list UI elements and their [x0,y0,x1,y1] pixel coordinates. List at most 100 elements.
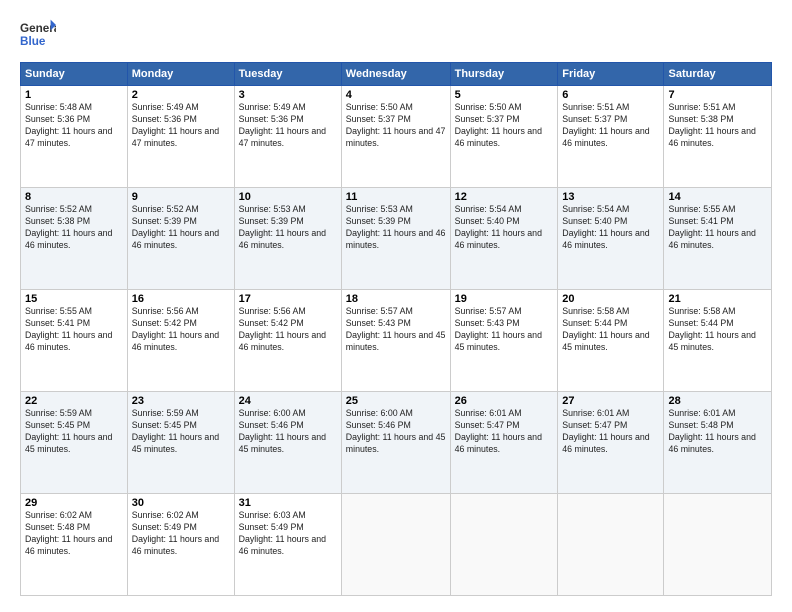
col-wednesday: Wednesday [341,63,450,86]
cell-sunset: Sunset: 5:39 PM [132,216,230,228]
cell-sunset: Sunset: 5:48 PM [25,522,123,534]
cell-sunset: Sunset: 5:39 PM [239,216,337,228]
cell-sunrise: Sunrise: 5:49 AM [239,102,337,114]
calendar-cell-24: 24Sunrise: 6:00 AMSunset: 5:46 PMDayligh… [234,392,341,494]
cell-sunset: Sunset: 5:38 PM [668,114,767,126]
cell-day-number: 11 [346,191,446,203]
cell-sunset: Sunset: 5:40 PM [562,216,659,228]
cell-sunrise: Sunrise: 5:51 AM [668,102,767,114]
cell-sunset: Sunset: 5:47 PM [562,420,659,432]
generalblue-logo-icon: General Blue [20,16,56,52]
cell-sunset: Sunset: 5:49 PM [132,522,230,534]
cell-daylight: Daylight: 11 hours and 46 minutes. [668,432,767,456]
cell-sunrise: Sunrise: 5:57 AM [346,306,446,318]
cell-day-number: 9 [132,191,230,203]
cell-sunrise: Sunrise: 5:54 AM [562,204,659,216]
calendar-cell-4: 4Sunrise: 5:50 AMSunset: 5:37 PMDaylight… [341,86,450,188]
cell-sunrise: Sunrise: 6:02 AM [25,510,123,522]
cell-sunrise: Sunrise: 5:58 AM [562,306,659,318]
cell-sunset: Sunset: 5:36 PM [132,114,230,126]
calendar-cell-empty-6 [664,494,772,596]
calendar-cell-16: 16Sunrise: 5:56 AMSunset: 5:42 PMDayligh… [127,290,234,392]
cell-sunset: Sunset: 5:37 PM [346,114,446,126]
col-friday: Friday [558,63,664,86]
calendar-cell-7: 7Sunrise: 5:51 AMSunset: 5:38 PMDaylight… [664,86,772,188]
col-tuesday: Tuesday [234,63,341,86]
cell-sunrise: Sunrise: 5:52 AM [132,204,230,216]
cell-daylight: Daylight: 11 hours and 47 minutes. [346,126,446,150]
calendar-cell-26: 26Sunrise: 6:01 AMSunset: 5:47 PMDayligh… [450,392,558,494]
cell-day-number: 12 [455,191,554,203]
cell-daylight: Daylight: 11 hours and 45 minutes. [25,432,123,456]
cell-day-number: 28 [668,395,767,407]
cell-sunset: Sunset: 5:37 PM [455,114,554,126]
calendar-cell-22: 22Sunrise: 5:59 AMSunset: 5:45 PMDayligh… [21,392,128,494]
cell-sunset: Sunset: 5:36 PM [25,114,123,126]
calendar-cell-29: 29Sunrise: 6:02 AMSunset: 5:48 PMDayligh… [21,494,128,596]
cell-sunrise: Sunrise: 6:01 AM [668,408,767,420]
cell-sunset: Sunset: 5:47 PM [455,420,554,432]
cell-daylight: Daylight: 11 hours and 46 minutes. [562,228,659,252]
cell-day-number: 25 [346,395,446,407]
cell-daylight: Daylight: 11 hours and 46 minutes. [455,228,554,252]
cell-day-number: 18 [346,293,446,305]
cell-sunrise: Sunrise: 5:55 AM [668,204,767,216]
cell-sunset: Sunset: 5:42 PM [132,318,230,330]
calendar-cell-empty-5 [558,494,664,596]
cell-day-number: 8 [25,191,123,203]
cell-daylight: Daylight: 11 hours and 46 minutes. [25,228,123,252]
cell-daylight: Daylight: 11 hours and 47 minutes. [25,126,123,150]
cell-sunrise: Sunrise: 5:58 AM [668,306,767,318]
calendar-cell-21: 21Sunrise: 5:58 AMSunset: 5:44 PMDayligh… [664,290,772,392]
calendar-table: Sunday Monday Tuesday Wednesday Thursday… [20,62,772,596]
cell-day-number: 31 [239,497,337,509]
cell-day-number: 6 [562,89,659,101]
cell-day-number: 30 [132,497,230,509]
cell-sunrise: Sunrise: 5:55 AM [25,306,123,318]
cell-sunset: Sunset: 5:41 PM [668,216,767,228]
cell-sunset: Sunset: 5:49 PM [239,522,337,534]
cell-day-number: 2 [132,89,230,101]
cell-sunset: Sunset: 5:39 PM [346,216,446,228]
calendar-cell-3: 3Sunrise: 5:49 AMSunset: 5:36 PMDaylight… [234,86,341,188]
cell-daylight: Daylight: 11 hours and 46 minutes. [25,330,123,354]
cell-daylight: Daylight: 11 hours and 46 minutes. [239,330,337,354]
cell-sunrise: Sunrise: 5:51 AM [562,102,659,114]
cell-sunrise: Sunrise: 5:56 AM [239,306,337,318]
cell-sunset: Sunset: 5:45 PM [132,420,230,432]
cell-sunset: Sunset: 5:43 PM [455,318,554,330]
calendar-cell-28: 28Sunrise: 6:01 AMSunset: 5:48 PMDayligh… [664,392,772,494]
calendar-cell-2: 2Sunrise: 5:49 AMSunset: 5:36 PMDaylight… [127,86,234,188]
cell-sunrise: Sunrise: 5:50 AM [455,102,554,114]
col-saturday: Saturday [664,63,772,86]
cell-daylight: Daylight: 11 hours and 46 minutes. [668,126,767,150]
cell-sunrise: Sunrise: 5:59 AM [132,408,230,420]
calendar-cell-12: 12Sunrise: 5:54 AMSunset: 5:40 PMDayligh… [450,188,558,290]
cell-sunrise: Sunrise: 6:03 AM [239,510,337,522]
calendar-cell-17: 17Sunrise: 5:56 AMSunset: 5:42 PMDayligh… [234,290,341,392]
cell-daylight: Daylight: 11 hours and 45 minutes. [562,330,659,354]
cell-sunset: Sunset: 5:37 PM [562,114,659,126]
cell-sunset: Sunset: 5:44 PM [562,318,659,330]
cell-day-number: 13 [562,191,659,203]
cell-sunset: Sunset: 5:48 PM [668,420,767,432]
cell-daylight: Daylight: 11 hours and 47 minutes. [239,126,337,150]
cell-sunset: Sunset: 5:46 PM [239,420,337,432]
logo: General Blue [20,16,56,52]
calendar-cell-23: 23Sunrise: 5:59 AMSunset: 5:45 PMDayligh… [127,392,234,494]
cell-sunrise: Sunrise: 5:53 AM [346,204,446,216]
cell-day-number: 26 [455,395,554,407]
calendar-row-2: 15Sunrise: 5:55 AMSunset: 5:41 PMDayligh… [21,290,772,392]
cell-daylight: Daylight: 11 hours and 45 minutes. [455,330,554,354]
cell-daylight: Daylight: 11 hours and 45 minutes. [346,432,446,456]
cell-sunrise: Sunrise: 6:00 AM [239,408,337,420]
col-sunday: Sunday [21,63,128,86]
cell-day-number: 10 [239,191,337,203]
cell-daylight: Daylight: 11 hours and 46 minutes. [239,228,337,252]
cell-sunset: Sunset: 5:42 PM [239,318,337,330]
cell-day-number: 15 [25,293,123,305]
calendar-cell-5: 5Sunrise: 5:50 AMSunset: 5:37 PMDaylight… [450,86,558,188]
cell-sunrise: Sunrise: 6:02 AM [132,510,230,522]
calendar-row-4: 29Sunrise: 6:02 AMSunset: 5:48 PMDayligh… [21,494,772,596]
calendar-cell-15: 15Sunrise: 5:55 AMSunset: 5:41 PMDayligh… [21,290,128,392]
